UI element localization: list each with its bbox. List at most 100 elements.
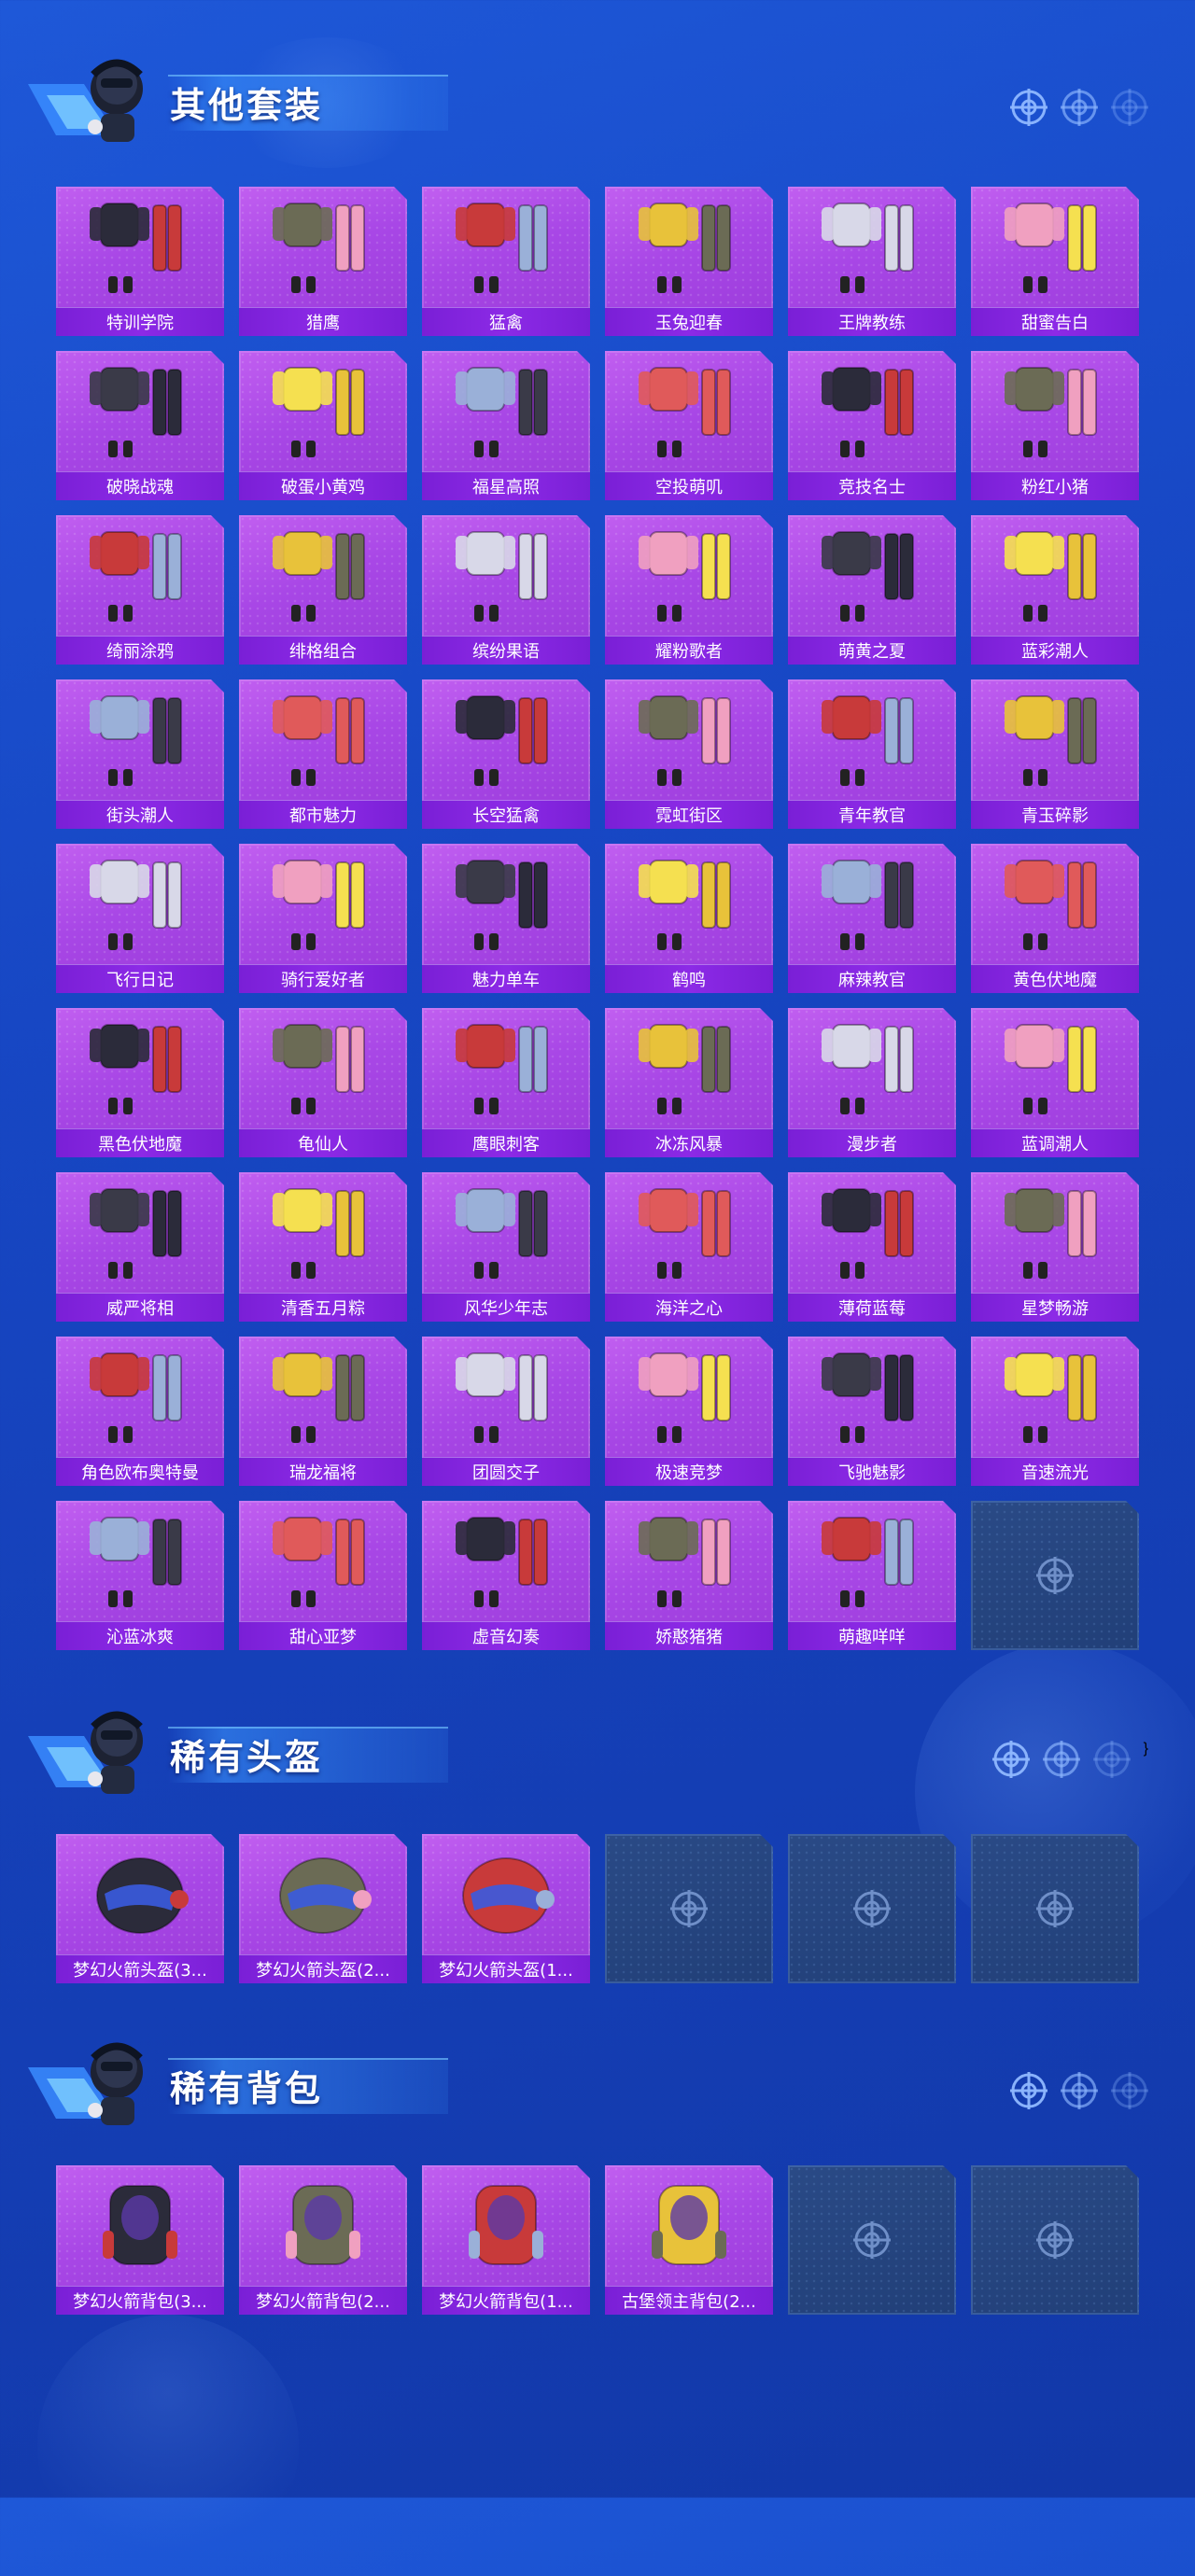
card-label-bar: 星梦畅游 (971, 1293, 1139, 1322)
card-label-bar: 风华少年志 (422, 1293, 590, 1322)
card-label: 甜心亚梦 (289, 1628, 357, 1647)
outfit-card[interactable]: 龟仙人 (239, 1008, 407, 1157)
backpack-card[interactable]: 梦幻火箭背包(1... (422, 2165, 590, 2315)
outfit-card[interactable]: 瑞龙福将 (239, 1337, 407, 1486)
outfit-card[interactable]: 角色欧布奥特曼 (56, 1337, 224, 1486)
card-label: 玉兔迎春 (655, 314, 723, 333)
outfit-card[interactable]: 风华少年志 (422, 1172, 590, 1322)
outfit-image (422, 187, 590, 306)
outfit-card[interactable]: 冰冻风暴 (605, 1008, 773, 1157)
card-label-bar: 萌趣咩咩 (788, 1621, 956, 1650)
outfit-card[interactable]: 沁蓝冰爽 (56, 1501, 224, 1650)
helmet-card[interactable]: 梦幻火箭头盔(3... (56, 1834, 224, 1983)
outfit-card[interactable]: 黑色伏地魔 (56, 1008, 224, 1157)
outfit-card[interactable]: 猎鹰 (239, 187, 407, 336)
outfit-card[interactable]: 麻辣教官 (788, 844, 956, 993)
outfit-image (971, 1172, 1139, 1292)
outfit-card[interactable]: 青年教官 (788, 679, 956, 829)
outfit-card[interactable]: 空投萌叽 (605, 351, 773, 500)
outfit-card[interactable]: 漫步者 (788, 1008, 956, 1157)
backpack-card[interactable]: 古堡领主背包(2... (605, 2165, 773, 2315)
outfit-card[interactable]: 虚音幻奏 (422, 1501, 590, 1650)
outfit-card[interactable]: 极速竞梦 (605, 1337, 773, 1486)
card-label-bar: 魅力单车 (422, 964, 590, 993)
outfit-card[interactable]: 绮丽涂鸦 (56, 515, 224, 665)
outfit-card[interactable]: 粉红小猪 (971, 351, 1139, 500)
outfit-card[interactable]: 威严将相 (56, 1172, 224, 1322)
backpack-card[interactable]: 梦幻火箭背包(2... (239, 2165, 407, 2315)
card-label-bar: 清香五月粽 (239, 1293, 407, 1322)
outfit-card[interactable]: 青玉碎影 (971, 679, 1139, 829)
outfit-card[interactable]: 鹰眼刺客 (422, 1008, 590, 1157)
card-label-bar: 梦幻火箭背包(2... (239, 2286, 407, 2315)
card-label-bar: 极速竞梦 (605, 1457, 773, 1486)
empty-slot (788, 1834, 956, 1983)
section-title: 稀有头盔 (170, 1737, 324, 1778)
outfit-card[interactable]: 薄荷蓝莓 (788, 1172, 956, 1322)
card-label: 飞行日记 (106, 971, 174, 990)
outfit-card[interactable]: 骑行爱好者 (239, 844, 407, 993)
outfit-card[interactable]: 缤纷果语 (422, 515, 590, 665)
card-label: 绮丽涂鸦 (106, 642, 174, 662)
outfit-card[interactable]: 星梦畅游 (971, 1172, 1139, 1322)
card-label: 黑色伏地魔 (98, 1135, 182, 1155)
outfit-card[interactable]: 猛禽 (422, 187, 590, 336)
crosshair-icon (991, 1741, 1030, 1778)
outfit-image (971, 1337, 1139, 1456)
outfit-card[interactable]: 团圆交子 (422, 1337, 590, 1486)
card-label: 瑞龙福将 (289, 1463, 357, 1483)
card-label: 鹰眼刺客 (472, 1135, 540, 1155)
outfit-card[interactable]: 娇憨猪猪 (605, 1501, 773, 1650)
section-rare-backpacks: 稀有背包 梦幻火箭背包(3... 梦幻火箭背包(2... 梦幻火箭背包(1... 古堡… (0, 2030, 1195, 2329)
outfit-card[interactable]: 鹤鸣 (605, 844, 773, 993)
card-label-bar: 福星高照 (422, 471, 590, 500)
outfit-card[interactable]: 音速流光 (971, 1337, 1139, 1486)
outfit-card[interactable]: 海洋之心 (605, 1172, 773, 1322)
outfit-card[interactable]: 街头潮人 (56, 679, 224, 829)
helmet-grid: 梦幻火箭头盔(3... 梦幻火箭头盔(2... 梦幻火箭头盔(1... (56, 1834, 1139, 1983)
outfit-card[interactable]: 霓虹街区 (605, 679, 773, 829)
outfit-card[interactable]: 竞技名士 (788, 351, 956, 500)
card-label: 萌趣咩咩 (838, 1628, 906, 1647)
outfit-card[interactable]: 魅力单车 (422, 844, 590, 993)
card-label: 梦幻火箭背包(2... (256, 2292, 390, 2312)
outfit-card[interactable]: 萌黄之夏 (788, 515, 956, 665)
outfit-card[interactable]: 飞驰魅影 (788, 1337, 956, 1486)
outfit-card[interactable]: 玉兔迎春 (605, 187, 773, 336)
outfit-card[interactable]: 都市魅力 (239, 679, 407, 829)
outfit-card[interactable]: 黄色伏地魔 (971, 844, 1139, 993)
card-label-bar: 王牌教练 (788, 307, 956, 336)
outfit-card[interactable]: 福星高照 (422, 351, 590, 500)
outfit-card[interactable]: 长空猛禽 (422, 679, 590, 829)
crosshair-decoration-group: } (991, 1741, 1148, 1778)
backpack-image (605, 2165, 773, 2285)
outfit-image (56, 679, 224, 799)
helmet-card[interactable]: 梦幻火箭头盔(1... (422, 1834, 590, 1983)
outfit-card[interactable]: 甜蜜告白 (971, 187, 1139, 336)
card-label: 魅力单车 (472, 971, 540, 990)
section-title: 稀有背包 (170, 2068, 324, 2109)
outfit-card[interactable]: 清香五月粽 (239, 1172, 407, 1322)
outfit-image (788, 679, 956, 799)
outfit-card[interactable]: 绯格组合 (239, 515, 407, 665)
outfit-card[interactable]: 特训学院 (56, 187, 224, 336)
outfit-card[interactable]: 蓝彩潮人 (971, 515, 1139, 665)
card-label-bar: 娇憨猪猪 (605, 1621, 773, 1650)
card-label-bar: 麻辣教官 (788, 964, 956, 993)
outfit-card[interactable]: 破蛋小黄鸡 (239, 351, 407, 500)
backpack-card[interactable]: 梦幻火箭背包(3... (56, 2165, 224, 2315)
outfit-image (971, 187, 1139, 306)
outfit-card[interactable]: 甜心亚梦 (239, 1501, 407, 1650)
outfit-card[interactable]: 破晓战魂 (56, 351, 224, 500)
outfit-card[interactable]: 萌趣咩咩 (788, 1501, 956, 1650)
outfit-image (605, 351, 773, 470)
outfit-card[interactable]: 蓝调潮人 (971, 1008, 1139, 1157)
outfit-card[interactable]: 王牌教练 (788, 187, 956, 336)
outfit-image (56, 351, 224, 470)
section-other-outfits: 其他套装 特训学院 猎鹰 猛禽 玉兔迎春 王牌教练 甜蜜告白破晓战魂 破蛋小黄鸡 福星高照 空投… (0, 47, 1195, 1652)
outfit-card[interactable]: 耀粉歌者 (605, 515, 773, 665)
section-title: 其他套装 (170, 85, 324, 126)
outfit-card[interactable]: 飞行日记 (56, 844, 224, 993)
card-label: 蓝彩潮人 (1021, 642, 1089, 662)
helmet-card[interactable]: 梦幻火箭头盔(2... (239, 1834, 407, 1983)
